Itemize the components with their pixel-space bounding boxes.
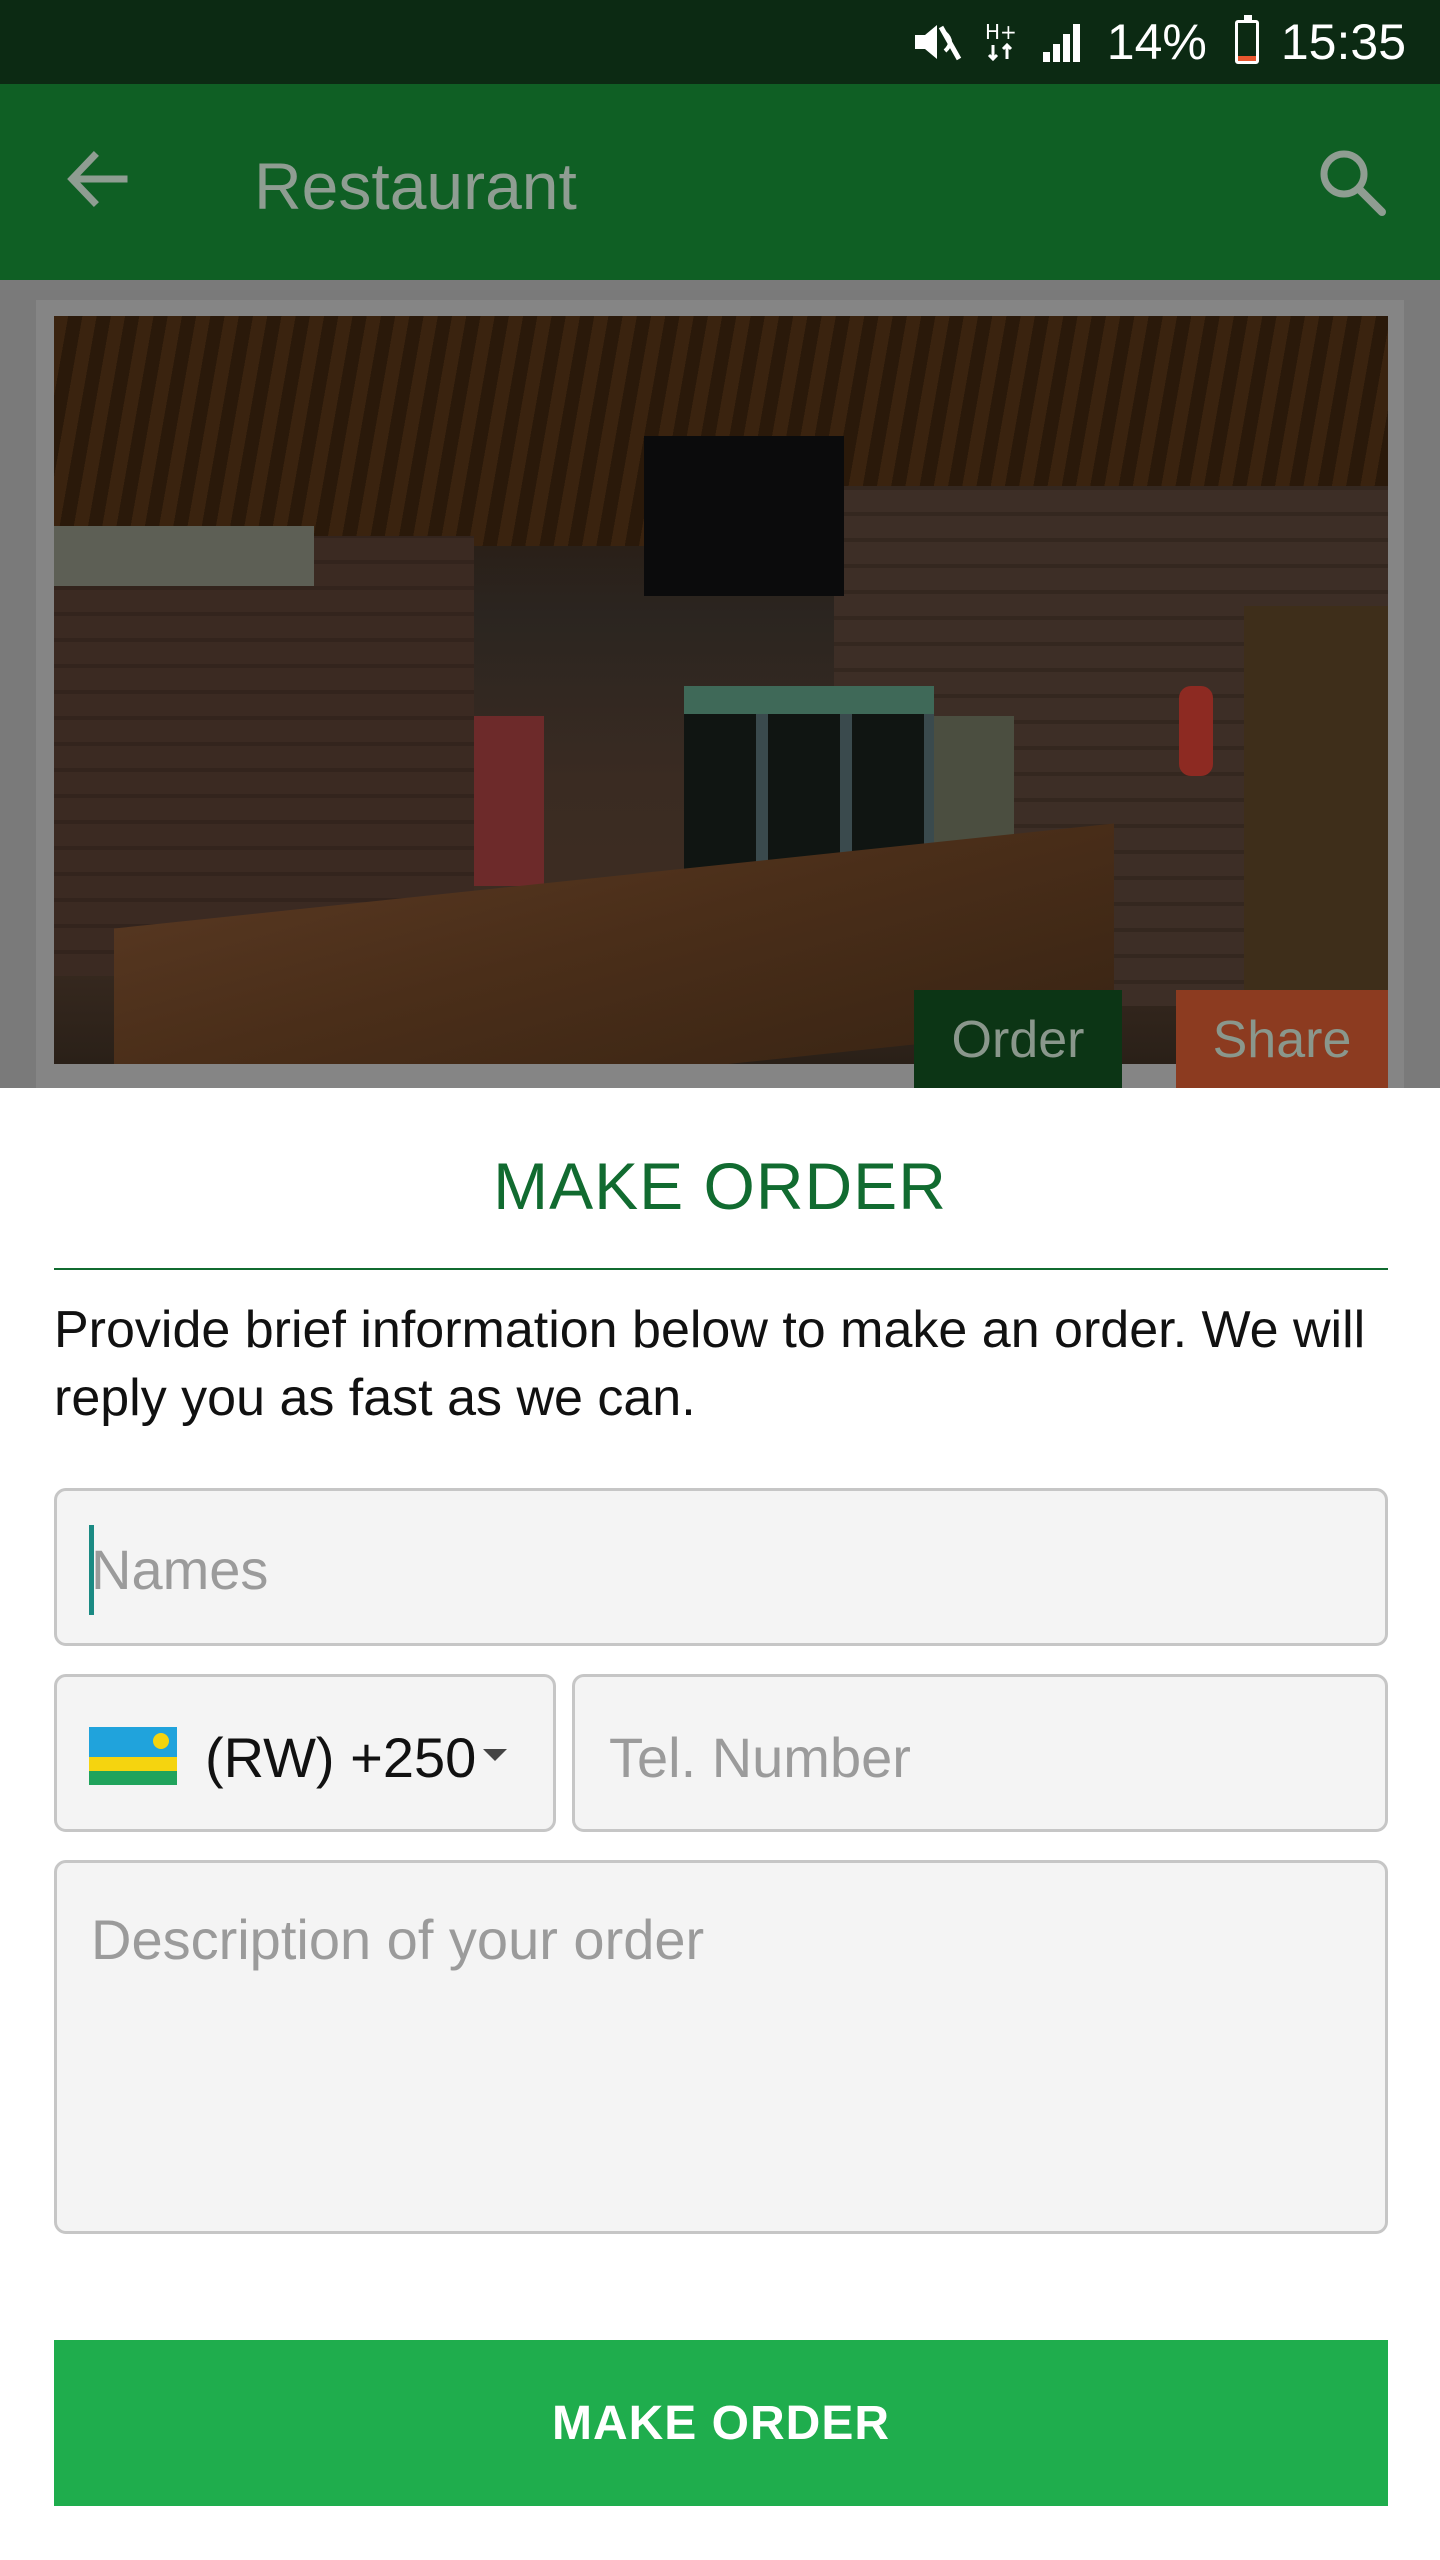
app-bar — [0, 84, 1440, 280]
country-code-select[interactable]: (RW) +250 — [54, 1674, 556, 1832]
mute-icon — [911, 19, 963, 65]
sheet-title: MAKE ORDER — [493, 1149, 947, 1223]
tel-number-input[interactable]: Tel. Number — [572, 1674, 1388, 1832]
make-order-button[interactable]: MAKE ORDER — [54, 2340, 1388, 2506]
rwanda-flag-icon — [89, 1727, 177, 1785]
search-icon[interactable] — [1316, 146, 1388, 218]
share-button[interactable]: Share — [1176, 990, 1388, 1090]
battery-level-fill — [1237, 55, 1256, 61]
page-title: Restaurant — [254, 149, 577, 223]
battery-percent: 14% — [1106, 14, 1207, 70]
arrow-left-icon[interactable] — [64, 146, 130, 212]
chevron-down-icon — [483, 1749, 507, 1761]
restaurant-photo — [54, 316, 1388, 1064]
names-input[interactable]: Names — [54, 1488, 1388, 1646]
intro-text: Provide brief information below to make … — [54, 1301, 1366, 1427]
country-code-value: (RW) +250 — [205, 1726, 477, 1789]
network-hplus-icon: H+ — [985, 19, 1019, 65]
names-placeholder: Names — [91, 1538, 269, 1601]
signal-icon — [1041, 20, 1085, 64]
description-textarea[interactable]: Description of your order — [54, 1860, 1388, 2234]
divider — [54, 1268, 1388, 1270]
order-button[interactable]: Order — [914, 990, 1122, 1090]
status-bar: H+ 14% 15:35 — [0, 0, 1440, 84]
tel-placeholder: Tel. Number — [609, 1726, 911, 1789]
clock: 15:35 — [1280, 14, 1406, 70]
battery-icon — [1234, 15, 1259, 64]
svg-text:H+: H+ — [985, 20, 1017, 44]
description-placeholder: Description of your order — [91, 1908, 705, 1971]
